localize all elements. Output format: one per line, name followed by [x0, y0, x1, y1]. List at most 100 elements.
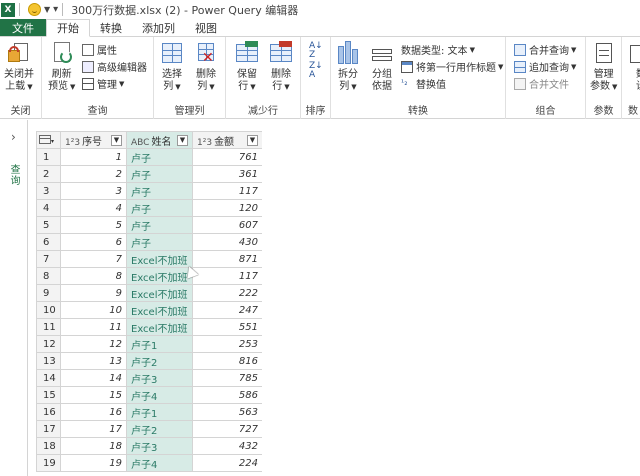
cell-amount[interactable]: 222 [192, 284, 262, 302]
expand-pane-chevron-icon[interactable]: › [11, 130, 16, 144]
combine-files-button[interactable]: 合并文件 [514, 76, 569, 91]
cell-id[interactable]: 4 [60, 199, 127, 217]
data-type-dropdown[interactable]: 数据类型: 文本 ▼ [401, 42, 475, 58]
cell-amount[interactable]: 224 [192, 454, 262, 472]
row-number[interactable]: 15 [36, 386, 61, 404]
row-number[interactable]: 7 [36, 250, 61, 268]
sort-ascending-button[interactable]: A↓ Z [309, 41, 323, 59]
cell-id[interactable]: 1 [60, 148, 127, 166]
cell-name[interactable]: 卢子 [126, 182, 193, 200]
cell-id[interactable]: 6 [60, 233, 127, 251]
cell-amount[interactable]: 607 [192, 216, 262, 234]
table-row[interactable]: 5 5 卢子 607 [36, 216, 262, 234]
table-row[interactable]: 18 18 卢子3 432 [36, 437, 262, 455]
row-number[interactable]: 1 [36, 148, 61, 166]
cell-name[interactable]: 卢子2 [126, 352, 193, 370]
tab-file[interactable]: 文件 [0, 19, 46, 36]
cell-amount[interactable]: 871 [192, 250, 262, 268]
tab-view[interactable]: 视图 [185, 19, 227, 36]
cell-id[interactable]: 17 [60, 420, 127, 438]
cell-name[interactable]: 卢子4 [126, 454, 193, 472]
cell-amount[interactable]: 563 [192, 403, 262, 421]
cell-id[interactable]: 10 [60, 301, 127, 319]
smiley-feedback-icon[interactable] [28, 3, 41, 16]
row-number[interactable]: 8 [36, 267, 61, 285]
cell-name[interactable]: 卢子1 [126, 403, 193, 421]
column-header-id[interactable]: 1²3 序号 ▼ [60, 131, 127, 149]
cell-amount[interactable]: 816 [192, 352, 262, 370]
close-and-load-button[interactable]: 关闭并 上载 ▼ [4, 41, 34, 93]
cell-name[interactable]: 卢子 [126, 199, 193, 217]
row-number[interactable]: 14 [36, 369, 61, 387]
table-row[interactable]: 1 1 卢子 761 [36, 148, 262, 166]
cell-name[interactable]: 卢子3 [126, 369, 193, 387]
row-number[interactable]: 2 [36, 165, 61, 183]
table-row[interactable]: 7 7 Excel不加班 871 [36, 250, 262, 268]
cell-amount[interactable]: 551 [192, 318, 262, 336]
cell-name[interactable]: 卢子 [126, 233, 193, 251]
group-by-button[interactable]: 分组 依据 [369, 41, 395, 93]
row-number[interactable]: 19 [36, 454, 61, 472]
text-type-icon[interactable]: ABC [131, 138, 149, 148]
remove-rows-button[interactable]: 删除行 ▼ [268, 41, 294, 93]
table-row[interactable]: 6 6 卢子 430 [36, 233, 262, 251]
row-number[interactable]: 6 [36, 233, 61, 251]
cell-id[interactable]: 3 [60, 182, 127, 200]
cell-id[interactable]: 2 [60, 165, 127, 183]
table-row[interactable]: 9 9 Excel不加班 222 [36, 284, 262, 302]
keep-rows-button[interactable]: 保留行 ▼ [234, 41, 260, 93]
number-type-icon[interactable]: 1²3 [197, 138, 212, 148]
cell-name[interactable]: Excel不加班 [126, 284, 193, 302]
cell-amount[interactable]: 430 [192, 233, 262, 251]
filter-dropdown-icon[interactable]: ▼ [247, 134, 258, 146]
cell-amount[interactable]: 117 [192, 267, 262, 285]
table-row[interactable]: 13 13 卢子2 816 [36, 352, 262, 370]
row-number[interactable]: 17 [36, 420, 61, 438]
queries-pane-label[interactable]: 查询 [8, 164, 21, 186]
quick-access-customize-icon[interactable]: ▾ [53, 4, 58, 15]
append-queries-button[interactable]: 追加查询 ▼ [514, 59, 576, 74]
cell-name[interactable]: 卢子2 [126, 420, 193, 438]
column-header-name[interactable]: ABC 姓名 ▼ [126, 131, 193, 149]
cell-amount[interactable]: 253 [192, 335, 262, 353]
cell-name[interactable]: 卢子4 [126, 386, 193, 404]
cell-name[interactable]: Excel不加班 [126, 301, 193, 319]
merge-queries-button[interactable]: 合并查询 ▼ [514, 42, 576, 57]
cell-amount[interactable]: 117 [192, 182, 262, 200]
cell-id[interactable]: 7 [60, 250, 127, 268]
row-number[interactable]: 11 [36, 318, 61, 336]
tab-transform[interactable]: 转换 [90, 19, 132, 36]
manage-parameters-button[interactable]: 管理 参数 ▼ [590, 41, 617, 93]
table-row[interactable]: 10 10 Excel不加班 247 [36, 301, 262, 319]
cell-id[interactable]: 11 [60, 318, 127, 336]
table-row[interactable]: 11 11 Excel不加班 551 [36, 318, 262, 336]
cell-id[interactable]: 15 [60, 386, 127, 404]
row-number[interactable]: 13 [36, 352, 61, 370]
cell-amount[interactable]: 120 [192, 199, 262, 217]
table-row[interactable]: 12 12 卢子1 253 [36, 335, 262, 353]
cell-id[interactable]: 14 [60, 369, 127, 387]
cell-id[interactable]: 5 [60, 216, 127, 234]
sort-descending-button[interactable]: Z↓ A [309, 61, 323, 79]
table-corner-menu[interactable]: ▾ [36, 131, 61, 149]
number-type-icon[interactable]: 1²3 [65, 138, 80, 148]
table-row[interactable]: 17 17 卢子2 727 [36, 420, 262, 438]
cell-name[interactable]: 卢子3 [126, 437, 193, 455]
cell-name[interactable]: 卢子 [126, 216, 193, 234]
cell-amount[interactable]: 247 [192, 301, 262, 319]
table-row[interactable]: 3 3 卢子 117 [36, 182, 262, 200]
tab-add-column[interactable]: 添加列 [132, 19, 185, 36]
cell-name[interactable]: 卢子 [126, 148, 193, 166]
properties-button[interactable]: 属性 [82, 42, 117, 57]
table-row[interactable]: 14 14 卢子3 785 [36, 369, 262, 387]
replace-values-button[interactable]: ¹₂ 替换值 [401, 76, 446, 92]
cell-id[interactable]: 13 [60, 352, 127, 370]
row-number[interactable]: 9 [36, 284, 61, 302]
cell-amount[interactable]: 785 [192, 369, 262, 387]
cell-id[interactable]: 19 [60, 454, 127, 472]
choose-columns-button[interactable]: 选择列 ▼ [159, 41, 185, 93]
row-number[interactable]: 3 [36, 182, 61, 200]
cell-amount[interactable]: 586 [192, 386, 262, 404]
manage-button[interactable]: 管理 ▼ [82, 76, 124, 91]
table-row[interactable]: 2 2 卢子 361 [36, 165, 262, 183]
